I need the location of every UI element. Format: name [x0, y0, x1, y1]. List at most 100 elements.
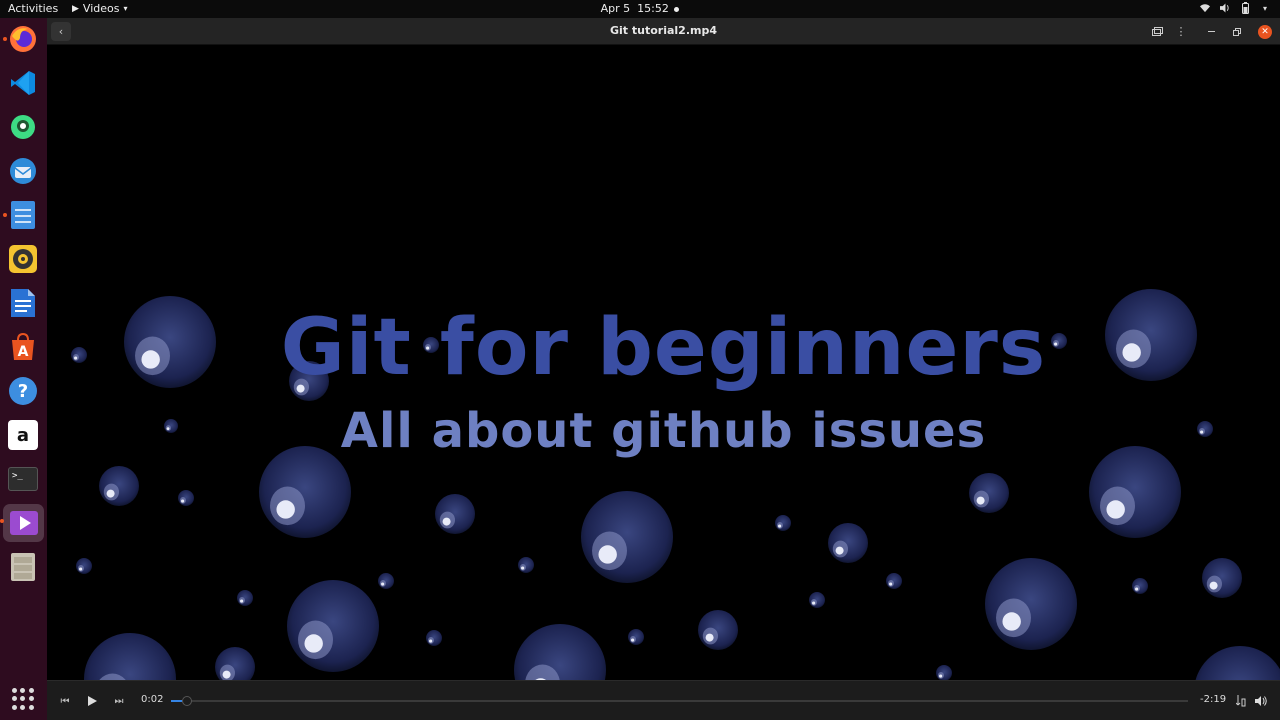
dock-files[interactable]	[3, 198, 40, 232]
playback-controls: ⏮ ⏭ 0:02 -2:19	[47, 680, 1280, 720]
dock-rhythmbox[interactable]	[6, 242, 40, 276]
bubble-glint	[1135, 587, 1139, 591]
bubble-glint	[429, 639, 433, 643]
video-frame[interactable]: Git for beginners All about github issue…	[47, 45, 1280, 680]
volume-icon	[1255, 696, 1267, 706]
bubble	[259, 446, 351, 538]
power-menu-icon: ▾	[1262, 3, 1267, 13]
ubuntu-software-icon: A	[12, 332, 34, 360]
dock-file-cabinet[interactable]	[6, 550, 40, 584]
bubble-glint	[705, 633, 714, 642]
thunderbird-icon	[10, 158, 36, 184]
bubble-glint	[181, 499, 185, 503]
battery-icon	[1240, 1, 1250, 15]
playlist-icon	[1236, 695, 1246, 707]
window-title: Git tutorial2.mp4	[609, 24, 717, 37]
show-applications-button[interactable]	[12, 688, 34, 710]
next-button[interactable]: ⏭	[109, 691, 129, 711]
dock-vscode[interactable]	[6, 66, 40, 100]
svg-text:A: A	[18, 344, 29, 360]
file-cabinet-icon	[11, 553, 35, 581]
bubble	[178, 490, 194, 506]
bubble-glint	[222, 670, 231, 679]
dock-amazon[interactable]: a	[6, 418, 40, 452]
grid-dot	[28, 688, 34, 693]
bubble-glint	[778, 524, 782, 528]
dock-android-studio[interactable]	[6, 110, 40, 144]
bubble-glint	[835, 546, 844, 555]
grid-dot	[12, 704, 17, 710]
grid-dot	[12, 688, 17, 693]
previous-button[interactable]: ⏮	[55, 691, 75, 711]
chevron-left-icon: ‹	[58, 25, 64, 38]
bubble	[1089, 446, 1181, 538]
terminal-icon: >_	[8, 467, 38, 491]
dock-ubuntu-software[interactable]: A	[6, 330, 40, 364]
activities-button[interactable]: Activities	[8, 2, 58, 15]
bubble-glint	[276, 500, 295, 519]
back-button[interactable]: ‹	[51, 22, 71, 41]
maximize-button[interactable]	[1227, 22, 1247, 41]
bubble	[985, 558, 1077, 650]
app-menu-label: Videos	[82, 2, 120, 15]
grid-dot	[20, 704, 26, 710]
bubble-glint	[1106, 500, 1125, 519]
bubble	[1202, 558, 1242, 598]
seek-bar[interactable]	[171, 696, 1188, 706]
menu-button[interactable]: ⋮	[1171, 22, 1191, 41]
bubble-glint	[381, 582, 385, 586]
minimize-button[interactable]	[1201, 22, 1221, 41]
videos-icon	[9, 511, 38, 535]
bubble	[628, 629, 644, 645]
elapsed-time: 0:02	[141, 694, 164, 705]
date-label: Apr 5	[600, 2, 631, 15]
bubble-glint	[304, 634, 323, 653]
dock-terminal[interactable]: >_	[6, 462, 40, 496]
bubble-glint	[812, 601, 816, 605]
skip-forward-icon: ⏭	[114, 695, 124, 707]
libreoffice-writer-icon	[11, 289, 35, 317]
bubble	[518, 557, 534, 573]
volume-icon	[1220, 1, 1230, 15]
bubble-glint	[939, 674, 943, 678]
bubble	[287, 580, 379, 672]
seek-handle[interactable]	[182, 696, 193, 706]
close-button[interactable]: ✕	[1255, 22, 1275, 41]
bubble	[581, 491, 673, 583]
terminal-icon-glyph: >_	[12, 471, 23, 481]
bubble	[1132, 578, 1148, 594]
clock-button[interactable]: Apr 5 15:52	[601, 2, 680, 15]
bubble	[936, 665, 952, 680]
bubble-glint	[106, 489, 115, 498]
bubble	[76, 558, 92, 574]
wifi-icon	[1200, 1, 1210, 15]
bubble-glint	[521, 566, 525, 570]
play-button[interactable]	[82, 691, 102, 711]
android-studio-icon	[11, 115, 35, 139]
restore-icon	[1233, 27, 1241, 36]
grid-dot	[20, 688, 26, 693]
dock-libreoffice-writer[interactable]	[6, 286, 40, 320]
bubble	[969, 473, 1009, 513]
running-indicator	[3, 37, 7, 41]
dock: A ? a >_	[0, 18, 47, 720]
system-tray[interactable]: ▾	[1200, 1, 1270, 15]
bubble-glint	[240, 599, 244, 603]
fullscreen-button[interactable]	[1147, 22, 1167, 41]
grid-dot	[12, 696, 17, 702]
bubble	[698, 610, 738, 650]
volume-button[interactable]	[1251, 691, 1271, 711]
bubble-glint	[976, 496, 985, 505]
firefox-icon	[10, 26, 36, 52]
dock-videos[interactable]	[0, 504, 44, 542]
bubble	[775, 515, 791, 531]
dock-thunderbird[interactable]	[6, 154, 40, 188]
bubble	[237, 590, 253, 606]
rhythmbox-icon	[9, 245, 37, 273]
dock-help[interactable]: ?	[6, 374, 40, 408]
playlist-button[interactable]	[1231, 691, 1251, 711]
time-label: 15:52	[637, 2, 669, 15]
app-menu[interactable]: ▶ Videos ▾	[72, 2, 128, 15]
window-header: ‹ Git tutorial2.mp4 ⋮ ✕	[47, 18, 1280, 45]
dock-firefox[interactable]	[3, 22, 40, 56]
